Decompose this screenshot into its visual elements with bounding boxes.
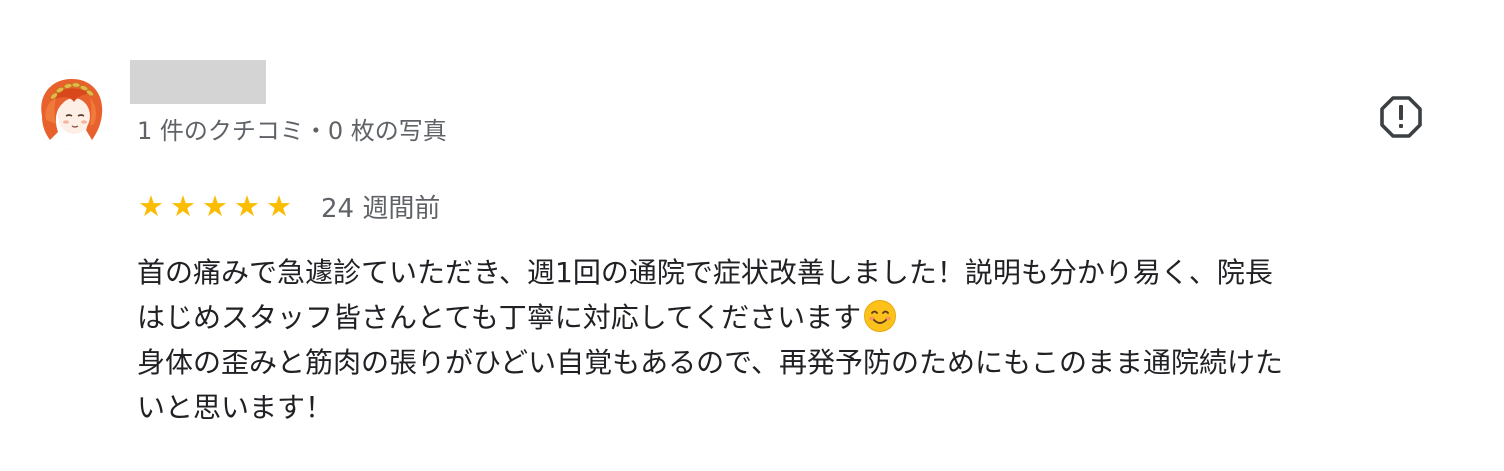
alert-octagon-icon [1380,96,1422,138]
review-card: 1 件のクチコミ・0 枚の写真 ★ ★ ★ ★ ★ 24 週間前 首の痛みで急遽… [0,0,1504,471]
smiling-face-emoji [864,300,897,332]
reviewer-avatar[interactable] [32,70,112,150]
review-line-with-emoji: はじめスタッフ皆さんとても丁寧に対応してくださいます [137,295,1457,340]
star-icon: ★ [234,188,260,223]
rating-row: ★ ★ ★ ★ ★ 24 週間前 [137,186,440,226]
report-button[interactable] [1374,90,1428,144]
review-line: いと思います！ [137,391,334,424]
review-text: 首の痛みで急遽診ていただき、週1回の通院で症状改善しました！説明も分かり易く、院… [137,250,1457,430]
reviewer-stats[interactable]: 1 件のクチコミ・0 枚の写真 [137,114,447,148]
review-date: 24 週間前 [321,193,441,224]
star-icon: ★ [202,188,228,223]
star-icon: ★ [170,188,196,223]
review-line: はじめスタッフ皆さんとても丁寧に対応してくださいます [137,301,862,334]
star-icon: ★ [138,188,164,223]
star-rating: ★ ★ ★ ★ ★ [137,188,293,223]
review-line: 身体の歪みと筋肉の張りがひどい自覚もあるので、再発予防のためにもこのまま通院続け… [137,346,1284,379]
review-line: 首の痛みで急遽診ていただき、週1回の通院で症状改善しました！説明も分かり易く、院… [137,256,1273,289]
reviewer-name-redacted[interactable] [130,60,266,104]
star-icon: ★ [266,188,292,223]
